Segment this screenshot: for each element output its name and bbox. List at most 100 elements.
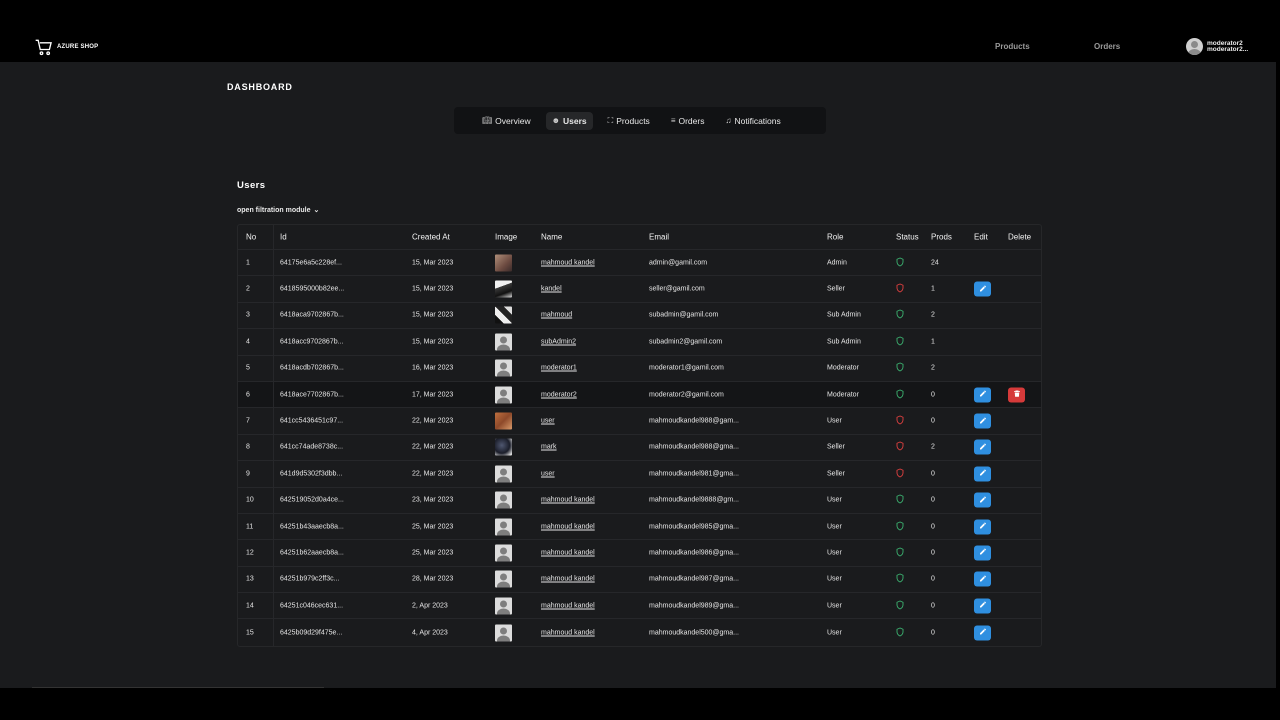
shield-check-icon	[896, 389, 904, 400]
filter-toggle[interactable]: open filtration module ⌄	[237, 206, 319, 215]
cell-prods: 2	[931, 364, 935, 372]
user-name-link[interactable]: mahmoud kandel	[541, 576, 595, 583]
user-avatar	[495, 386, 512, 404]
cell-id: 6418ace7702867b...	[280, 391, 344, 399]
table-row: 2 6418595000b82ee... 15, Mar 2023 kandel sel…	[238, 276, 1041, 303]
cell-no: 10	[246, 496, 254, 504]
user-name-link[interactable]: mahmoud kandel	[541, 602, 595, 609]
tab-users-label: Users	[563, 115, 587, 126]
cell-image	[495, 412, 512, 430]
table-row: 7 641cc5436451c97... 22, Mar 2023 user mahmo…	[238, 408, 1041, 435]
edit-cell	[974, 545, 991, 561]
edit-cell	[974, 625, 991, 641]
cell-created: 23, Mar 2023	[412, 496, 454, 504]
edit-button[interactable]	[974, 439, 991, 455]
cell-id: 64251b62aaecb8a...	[280, 549, 344, 557]
cell-id: 6418acc9702867b...	[280, 338, 344, 346]
edit-button[interactable]	[974, 387, 991, 403]
cell-id: 64251c046cec631...	[280, 602, 344, 610]
user-name-link[interactable]: subAdmin2	[541, 338, 576, 345]
tab-products-label: Products	[616, 115, 650, 126]
cell-image	[495, 624, 512, 642]
cell-no: 1	[246, 259, 250, 267]
user-name-link[interactable]: mahmoud kandel	[541, 259, 595, 266]
brand-name: AZURE SHOP	[57, 44, 99, 50]
user-name-link[interactable]: kandel	[541, 286, 562, 293]
pencil-icon	[979, 574, 987, 584]
cell-prods: 24	[931, 259, 939, 267]
user-name-link[interactable]: user	[541, 418, 555, 425]
cart-icon: ⛶	[607, 115, 614, 125]
user-avatar	[495, 624, 512, 642]
user-name-link[interactable]: mahmoud kandel	[541, 523, 595, 530]
pencil-icon	[979, 548, 987, 558]
delete-cell	[1008, 387, 1025, 403]
column-divider	[273, 408, 274, 434]
cell-id: 64175e6a5c228ef...	[280, 259, 342, 267]
column-divider	[273, 329, 274, 355]
edit-button[interactable]	[974, 571, 991, 587]
scrollbar[interactable]	[1276, 62, 1280, 688]
user-name-link[interactable]: mahmoud kandel	[541, 497, 595, 504]
cell-email: subadmin2@gamil.com	[649, 338, 723, 346]
cell-no: 5	[246, 364, 250, 372]
cell-id: 642519052d0a4ce...	[280, 496, 344, 504]
avatar	[1186, 38, 1203, 55]
edit-button[interactable]	[974, 466, 991, 482]
cell-image	[495, 333, 512, 351]
edit-button[interactable]	[974, 598, 991, 614]
cell-image	[495, 570, 512, 588]
cell-created: 25, Mar 2023	[412, 523, 454, 531]
divider	[32, 687, 324, 688]
cell-created: 25, Mar 2023	[412, 549, 454, 557]
shield-check-icon	[896, 257, 904, 268]
user-name-link[interactable]: mahmoud	[541, 312, 572, 319]
edit-button[interactable]	[974, 413, 991, 429]
edit-cell	[974, 413, 991, 429]
pencil-icon	[979, 390, 987, 400]
user-name-link[interactable]: mahmoud kandel	[541, 629, 595, 636]
user-name-link[interactable]: moderator1	[541, 365, 577, 372]
cell-image	[495, 280, 512, 298]
tab-notifications[interactable]: ♫ Notifications	[719, 112, 786, 130]
table-row: 11 64251b43aaecb8a... 25, Mar 2023 mahmoud …	[238, 513, 1041, 541]
cell-role: User	[827, 523, 842, 531]
edit-button[interactable]	[974, 281, 991, 297]
tab-overview-label: Overview	[495, 115, 531, 126]
tab-users[interactable]: ☻ Users	[545, 111, 593, 130]
brand-logo[interactable]: AZURE SHOP	[34, 37, 98, 57]
user-name-link[interactable]: moderator2	[541, 391, 577, 398]
nav-products-link[interactable]: Products	[995, 42, 1030, 51]
user-menu[interactable]: moderator2 moderator2...	[1186, 38, 1248, 55]
nav-orders-link[interactable]: Orders	[1094, 42, 1120, 51]
edit-button[interactable]	[974, 545, 991, 561]
pencil-icon	[979, 284, 987, 294]
edit-cell	[974, 281, 991, 297]
header-prods: Prods	[931, 232, 952, 242]
tab-products[interactable]: ⛶ Products	[602, 112, 656, 130]
table-row: 15 6425b09d29f475e... 4, Apr 2023 mahmoud k…	[238, 619, 1041, 646]
table-row: 1 64175e6a5c228ef... 15, Mar 2023 mahmoud k…	[238, 250, 1041, 277]
user-name-link[interactable]: mark	[541, 444, 557, 451]
delete-button[interactable]	[1008, 387, 1025, 403]
cell-no: 8	[246, 443, 250, 451]
edit-button[interactable]	[974, 492, 991, 508]
cell-prods: 0	[931, 602, 935, 610]
cell-email: mahmoudkandel988@gma...	[649, 443, 739, 451]
edit-button[interactable]	[974, 625, 991, 641]
edit-cell	[974, 598, 991, 614]
user-name-link[interactable]: mahmoud kandel	[541, 549, 595, 556]
tab-overview[interactable]: 📖︎ Overview	[476, 112, 537, 130]
user-name-link[interactable]: user	[541, 470, 555, 477]
user-avatar	[495, 518, 512, 536]
column-divider	[273, 302, 274, 329]
cell-role: Sub Admin	[827, 338, 861, 346]
table-row: 6 6418ace7702867b... 17, Mar 2023 moderator…	[238, 381, 1041, 409]
cell-no: 12	[246, 549, 254, 557]
tab-orders[interactable]: ≡ Orders	[665, 112, 711, 130]
header-role: Role	[827, 232, 844, 242]
cell-no: 15	[246, 629, 254, 637]
header-email: Email	[649, 232, 670, 242]
pencil-icon	[979, 601, 987, 611]
edit-button[interactable]	[974, 519, 991, 535]
